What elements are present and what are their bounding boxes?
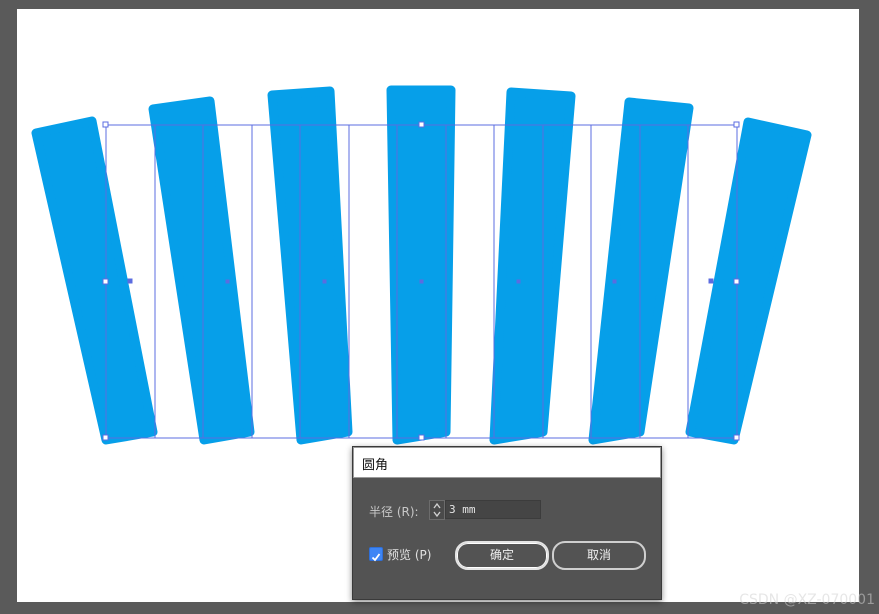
- radius-label: 半径 (R):: [369, 505, 419, 519]
- watermark: CSDN @XZ-070001: [739, 592, 875, 608]
- chevron-down-icon[interactable]: [431, 510, 443, 518]
- dialog-title-bar[interactable]: 圆角: [353, 447, 661, 478]
- resize-handle[interactable]: [102, 121, 109, 128]
- chevron-up-icon[interactable]: [431, 502, 443, 510]
- preview-checkbox[interactable]: [369, 547, 383, 562]
- resize-handle[interactable]: [102, 434, 109, 441]
- resize-handle[interactable]: [733, 434, 740, 441]
- bar-shape[interactable]: [588, 97, 694, 445]
- bar-shape[interactable]: [267, 86, 353, 445]
- center-point: [225, 279, 230, 284]
- center-point: [516, 279, 521, 284]
- checkmark-icon: [371, 553, 381, 562]
- center-point: [419, 279, 424, 284]
- bar-shape[interactable]: [489, 87, 576, 445]
- resize-handle[interactable]: [733, 278, 740, 285]
- resize-handle[interactable]: [733, 121, 740, 128]
- dialog-title: 圆角: [362, 458, 389, 473]
- radius-input[interactable]: [445, 500, 541, 519]
- bar-shape[interactable]: [386, 85, 456, 445]
- bar-shape[interactable]: [148, 96, 255, 445]
- center-point: [612, 279, 617, 284]
- radius-stepper[interactable]: [429, 500, 445, 520]
- resize-handle[interactable]: [418, 121, 425, 128]
- anchor-point[interactable]: [127, 278, 133, 284]
- resize-handle[interactable]: [418, 434, 425, 441]
- resize-handle[interactable]: [102, 278, 109, 285]
- cancel-button[interactable]: 取消: [552, 541, 646, 570]
- round-corners-dialog[interactable]: 圆角 半径 (R): 预览 (P) 确定 取消: [352, 446, 662, 600]
- bar-shape[interactable]: [31, 116, 158, 445]
- bar-shape[interactable]: [685, 117, 812, 445]
- anchor-point[interactable]: [708, 278, 714, 284]
- preview-label[interactable]: 预览 (P): [387, 546, 431, 563]
- ok-button[interactable]: 确定: [455, 541, 549, 570]
- rounded-bars-group[interactable]: [31, 85, 812, 445]
- center-point: [322, 279, 327, 284]
